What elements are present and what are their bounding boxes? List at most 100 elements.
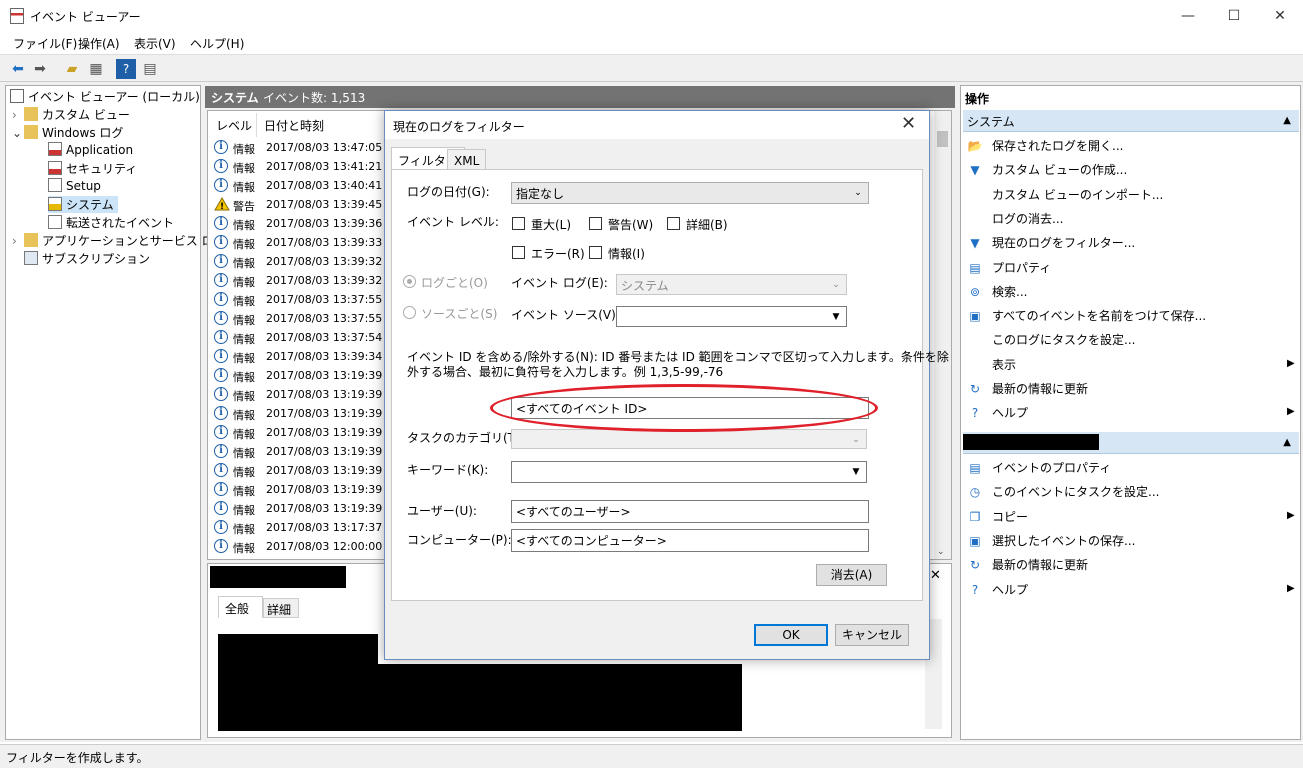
info-icon: i	[214, 444, 228, 458]
info-icon: i	[214, 406, 228, 420]
folder-icon	[24, 107, 38, 121]
menu-view[interactable]: 表示(V)	[134, 35, 176, 52]
action-label: イベントのプロパティ	[992, 461, 1112, 475]
event-log-label: イベント ログ(E):	[511, 276, 608, 290]
event-datetime: 2017/08/03 12:00:00	[266, 540, 383, 553]
menu-file[interactable]: ファイル(F)	[13, 35, 77, 52]
action-item[interactable]: カスタム ビューのインポート...	[967, 186, 1163, 203]
action-item[interactable]: ⊚ 検索...	[967, 283, 1027, 300]
action-item[interactable]: このログにタスクを設定...	[967, 331, 1135, 348]
action-item[interactable]: ▼ カスタム ビューの作成...	[967, 161, 1127, 178]
forward-icon[interactable]: ➡	[30, 59, 50, 79]
tree-item-root[interactable]: イベント ビューアー (ローカル)	[10, 88, 200, 105]
error-checkbox[interactable]	[512, 246, 525, 259]
event-log-field[interactable]: システム ⌄	[616, 274, 847, 295]
column-header-datetime[interactable]: 日付と時刻	[264, 117, 324, 134]
actions-header: 操作	[965, 92, 990, 106]
clear-button[interactable]: 消去(A)	[816, 564, 887, 586]
information-checkbox[interactable]	[589, 246, 602, 259]
action-item[interactable]: ↻ 最新の情報に更新	[967, 380, 1088, 397]
event-list-scrollbar[interactable]: ⌄	[934, 111, 951, 559]
tree-label: 転送されたイベント	[66, 216, 175, 230]
action-label: プロパティ	[992, 260, 1052, 275]
warning-checkbox[interactable]	[589, 217, 602, 230]
tab-xml[interactable]: XML	[447, 149, 487, 171]
chevron-right-icon[interactable]: ›	[12, 234, 24, 248]
user-input[interactable]: <すべてのユーザー>	[511, 500, 869, 523]
action-item[interactable]: ▣ 選択したイベントの保存...	[967, 532, 1135, 549]
chevron-down-icon: ▼	[832, 312, 840, 322]
event-viewer-icon	[10, 89, 24, 103]
maximize-button[interactable]: ☐	[1211, 0, 1257, 32]
info-icon: i	[214, 349, 228, 363]
by-source-radio[interactable]	[403, 306, 416, 319]
keywords-label: キーワード(K):	[407, 463, 489, 477]
menu-action[interactable]: 操作(A)	[78, 35, 120, 52]
tree-item-forwarded-events[interactable]: 転送されたイベント	[48, 214, 174, 231]
critical-checkbox[interactable]	[512, 217, 525, 230]
keywords-field[interactable]: ▼	[511, 461, 867, 483]
info-icon: i	[214, 254, 228, 268]
help-icon[interactable]: ?	[116, 59, 136, 79]
action-item[interactable]: ▤ プロパティ	[967, 259, 1051, 276]
action-label: ログの消去...	[992, 211, 1064, 226]
action-item[interactable]: ▼ 現在のログをフィルター...	[967, 234, 1135, 251]
column-header-level[interactable]: レベル	[216, 117, 252, 134]
action-label: 最新の情報に更新	[992, 558, 1089, 573]
event-source-field[interactable]: ▼	[616, 306, 847, 327]
chevron-right-icon[interactable]: ›	[12, 108, 24, 122]
event-level: 情報	[233, 371, 255, 384]
menu-help[interactable]: ヘルプ(H)	[190, 35, 244, 52]
computer-input[interactable]: <すべてのコンピューター>	[511, 529, 869, 552]
tree-item-application[interactable]: Application	[48, 142, 133, 157]
action-item[interactable]: 📂 保存されたログを開く...	[967, 137, 1124, 154]
back-icon[interactable]: ⬅	[8, 59, 28, 79]
tree-item-system[interactable]: システム	[48, 196, 118, 213]
action-item[interactable]: ❐ コピー	[967, 508, 1028, 525]
event-id-description-2: 外する場合、最初に負符号を入力します。例 1,3,5-99,-76	[407, 365, 724, 379]
action-item[interactable]: ◷ このイベントにタスクを設定...	[967, 483, 1160, 500]
console-tree-icon[interactable]: ▦	[86, 59, 106, 79]
dialog-close-button[interactable]: ✕	[901, 113, 916, 134]
folder-up-icon[interactable]: ▰	[62, 59, 82, 79]
tree-item-custom-views[interactable]: › カスタム ビュー	[12, 106, 130, 123]
logged-dropdown[interactable]: 指定なし ⌄	[511, 182, 869, 204]
tree-item-windows-logs[interactable]: ⌄ Windows ログ	[12, 124, 123, 141]
action-label: このログにタスクを設定...	[992, 333, 1136, 348]
event-datetime: 2017/08/03 13:37:55	[266, 312, 383, 325]
collapse-icon[interactable]: ▲	[1283, 115, 1291, 126]
actions-section-event[interactable]: ▲	[963, 432, 1299, 454]
close-icon[interactable]: ✕	[930, 568, 941, 583]
save-icon: ▣	[969, 533, 981, 548]
cancel-button[interactable]: キャンセル	[835, 624, 909, 646]
tree-item-security[interactable]: セキュリティ	[48, 160, 137, 177]
tree-item-setup[interactable]: Setup	[48, 178, 101, 193]
minimize-button[interactable]: —	[1165, 0, 1211, 32]
event-level: 情報	[233, 219, 255, 232]
action-item[interactable]: ▤ イベントのプロパティ	[967, 459, 1111, 476]
chevron-down-icon[interactable]: ⌄	[12, 126, 24, 140]
status-text: フィルターを作成します。	[6, 751, 149, 765]
action-item[interactable]: ログの消去...	[967, 210, 1063, 227]
tab-details[interactable]: 詳細	[263, 598, 299, 618]
ok-button[interactable]: OK	[754, 624, 828, 646]
console-tree: イベント ビューアー (ローカル) › カスタム ビュー ⌄ Windows ログ …	[5, 85, 226, 740]
verbose-checkbox[interactable]	[667, 217, 680, 230]
action-item[interactable]: 表示	[967, 356, 1016, 373]
close-button[interactable]: ✕	[1257, 0, 1303, 32]
tree-label: Setup	[66, 179, 101, 193]
action-item[interactable]: ▣ すべてのイベントを名前をつけて保存...	[967, 307, 1206, 324]
action-item[interactable]: ↻ 最新の情報に更新	[967, 556, 1088, 573]
task-category-field[interactable]: ⌄	[511, 429, 867, 449]
tree-item-apps-services[interactable]: › アプリケーションとサービス ログ	[12, 232, 226, 249]
action-item[interactable]: ? ヘルプ	[967, 581, 1028, 598]
actions-section-system[interactable]: システム ▲	[963, 110, 1299, 132]
collapse-icon[interactable]: ▲	[1283, 437, 1291, 448]
action-item[interactable]: ? ヘルプ	[967, 404, 1028, 421]
tree-item-subscriptions[interactable]: サブスクリプション	[24, 250, 150, 267]
properties-icon[interactable]: ▤	[140, 59, 160, 79]
by-log-radio[interactable]	[403, 275, 416, 288]
window-title: イベント ビューアー	[30, 10, 141, 24]
user-value: <すべてのユーザー>	[516, 505, 631, 519]
tab-general[interactable]: 全般	[218, 596, 263, 618]
